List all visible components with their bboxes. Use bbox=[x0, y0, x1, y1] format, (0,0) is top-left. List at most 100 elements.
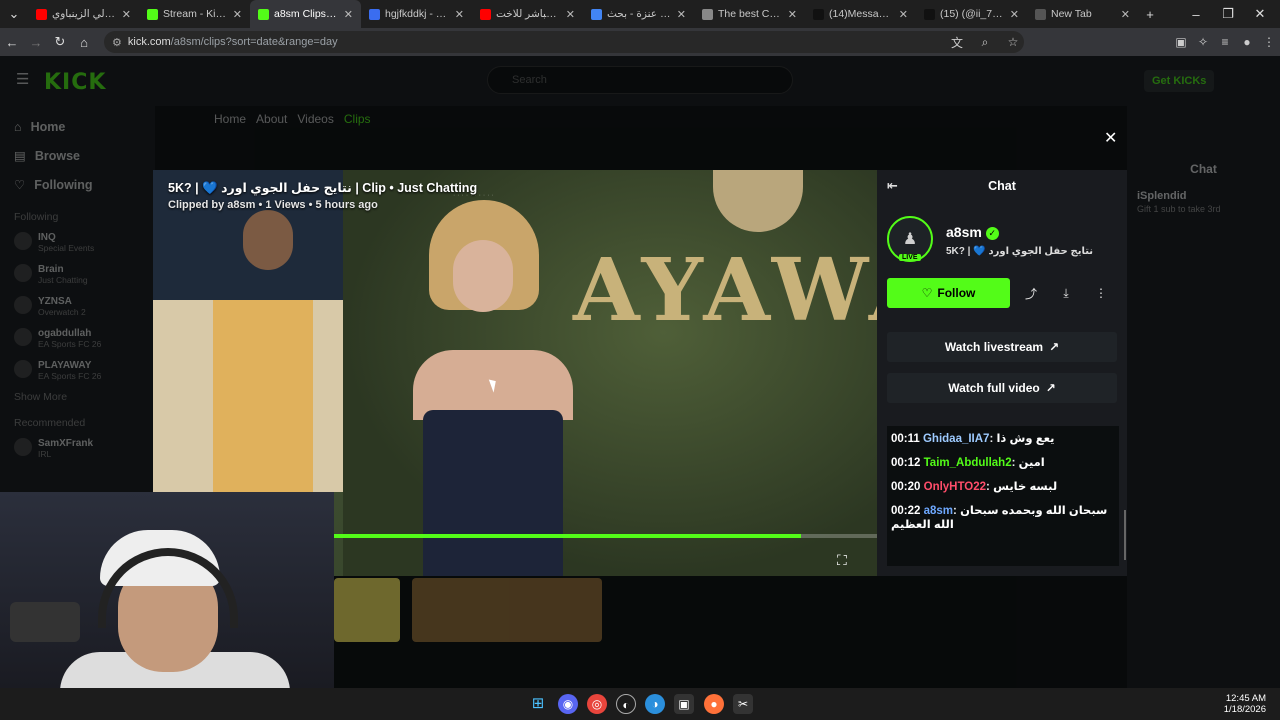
site-info-icon[interactable]: ⚙ bbox=[112, 36, 122, 49]
channel-name[interactable]: a8sm ✓ bbox=[946, 224, 999, 240]
close-tab-icon[interactable]: ✕ bbox=[677, 8, 686, 21]
clock-time: 12:45 AM bbox=[1225, 693, 1266, 704]
video-progress-bar[interactable] bbox=[334, 534, 877, 538]
collapse-chat-icon[interactable]: ⇤ bbox=[887, 178, 898, 194]
browser-menu-icon[interactable]: ⋮ bbox=[1258, 35, 1280, 49]
chat-username[interactable]: OnlyHTO22 bbox=[924, 481, 986, 493]
tab-favicon-icon bbox=[258, 8, 269, 20]
chat-username[interactable]: a8sm bbox=[924, 505, 953, 517]
tab-favicon-icon bbox=[369, 8, 380, 20]
watch-livestream-button[interactable]: Watch livestream ↗ bbox=[887, 332, 1117, 362]
close-tab-icon[interactable]: ✕ bbox=[566, 8, 575, 21]
more-options-icon[interactable]: ⋮ bbox=[1087, 278, 1115, 308]
browser-tab[interactable]: البث المباشر للاخت ✕ bbox=[472, 0, 583, 28]
discord-icon[interactable]: ◉ bbox=[558, 694, 578, 714]
tab-title: (15) (@ii_7ulx) bbox=[940, 8, 1005, 20]
tab-favicon-icon bbox=[813, 8, 824, 20]
obs-icon[interactable]: ◐ bbox=[616, 694, 636, 714]
chat-message: 00:12 Taim_Abdullah2: امين bbox=[891, 457, 1045, 469]
close-tab-icon[interactable]: ✕ bbox=[344, 8, 353, 21]
follow-button[interactable]: ♡ Follow bbox=[887, 278, 1010, 308]
live-badge: LIVE bbox=[899, 254, 921, 261]
tab-title: The best ChatBot bbox=[718, 8, 783, 20]
share-icon[interactable]: ⤴ bbox=[1017, 278, 1045, 308]
verified-icon: ✓ bbox=[985, 227, 999, 240]
firefox-icon[interactable]: ● bbox=[704, 694, 724, 714]
bookmark-star-icon[interactable]: ☆ bbox=[1002, 35, 1024, 49]
channel-subtitle: 5K? | 💙 نتايج حفل الجوي اورد bbox=[946, 246, 1094, 257]
chat-message: 00:11 Ghidaa_IIA7: يعع وش ذا bbox=[891, 433, 1055, 445]
clip-thumbnail[interactable] bbox=[412, 578, 602, 642]
clip-thumbnail[interactable] bbox=[334, 578, 400, 642]
new-tab-button[interactable]: + bbox=[1138, 7, 1162, 22]
tab-favicon-icon bbox=[702, 8, 713, 20]
system-clock[interactable]: 12:45 AM 1/18/2026 bbox=[1224, 693, 1266, 715]
video-person bbox=[413, 200, 573, 576]
browser-tab[interactable]: Stream - Kick Das ✕ bbox=[139, 0, 250, 28]
streamer-webcam bbox=[0, 492, 334, 688]
extension-icon[interactable]: ▣ bbox=[1170, 35, 1192, 49]
url-host: kick.com bbox=[127, 36, 171, 48]
follow-label: Follow bbox=[937, 286, 976, 300]
watch-full-video-button[interactable]: Watch full video ↗ bbox=[887, 373, 1117, 403]
forward-button[interactable]: → bbox=[24, 35, 48, 50]
home-button[interactable]: ⌂ bbox=[72, 35, 96, 50]
close-tab-icon[interactable]: ✕ bbox=[122, 8, 131, 21]
download-icon[interactable]: ⤓ bbox=[1052, 278, 1080, 308]
edge-icon[interactable]: ◑ bbox=[645, 694, 665, 714]
close-modal-button[interactable]: ✕ bbox=[1104, 128, 1117, 148]
chat-text: يعع وش ذا bbox=[996, 433, 1055, 445]
close-window-button[interactable]: ✕ bbox=[1248, 6, 1272, 22]
browser-tab-strip: ⌄ ميدلي الزينباوي✕Stream - Kick Das✕a8sm… bbox=[0, 0, 1280, 28]
tab-search-icon[interactable]: ⌄ bbox=[0, 6, 28, 22]
chat-username[interactable]: Taim_Abdullah2 bbox=[924, 457, 1012, 469]
chat-timestamp: 00:20 bbox=[891, 481, 921, 493]
capcut-icon[interactable]: ✂ bbox=[733, 694, 753, 714]
address-bar-row: ← → ↻ ⌂ ⚙ kick.com/a8sm/clips?sort=date&… bbox=[0, 28, 1280, 56]
browser-tab[interactable]: عنزة - بحث Google ✕ bbox=[583, 0, 694, 28]
tab-favicon-icon bbox=[1035, 8, 1046, 20]
chat-username[interactable]: Ghidaa_IIA7 bbox=[923, 433, 989, 445]
reload-button[interactable]: ↻ bbox=[48, 34, 72, 50]
windows-start-icon[interactable]: ⊞ bbox=[528, 694, 548, 714]
browser-tab[interactable]: a8sm Clips - K ✕ bbox=[250, 0, 361, 28]
tab-title: البث المباشر للاخت bbox=[496, 8, 561, 20]
close-tab-icon[interactable]: ✕ bbox=[899, 8, 908, 21]
translate-icon[interactable]: 文 bbox=[946, 34, 968, 51]
close-tab-icon[interactable]: ✕ bbox=[455, 8, 464, 21]
fullscreen-icon[interactable]: ⛶ bbox=[837, 552, 847, 569]
tab-favicon-icon bbox=[480, 8, 491, 20]
chat-scrollbar[interactable] bbox=[1124, 510, 1126, 560]
windows-taskbar: ⊞ ◉ ◎ ◐ ◑ ▣ ● ✂ 12:45 AM 1/18/2026 bbox=[0, 688, 1280, 720]
close-tab-icon[interactable]: ✕ bbox=[1121, 8, 1130, 21]
close-tab-icon[interactable]: ✕ bbox=[1010, 8, 1019, 21]
browser-tab[interactable]: hgjfkddkj - Restre ✕ bbox=[361, 0, 472, 28]
chrome-icon[interactable]: ◎ bbox=[587, 694, 607, 714]
chat-message: 00:22 a8sm: سبحان الله وبحمده سبحان الله… bbox=[891, 505, 1108, 531]
clip-side-panel: ⇤ Chat ♟ LIVE a8sm ✓ 5K? | 💙 نتايج حفل ال… bbox=[877, 170, 1127, 576]
heart-icon: ♡ bbox=[921, 286, 933, 300]
url-field[interactable]: ⚙ kick.com/a8sm/clips?sort=date&range=da… bbox=[104, 31, 1024, 53]
app-icon[interactable]: ▣ bbox=[674, 694, 694, 714]
browser-tab[interactable]: (14)Messages | Ti ✕ bbox=[805, 0, 916, 28]
profile-avatar[interactable]: ● bbox=[1236, 35, 1258, 49]
browser-tab[interactable]: (15) (@ii_7ulx) ✕ bbox=[916, 0, 1027, 28]
tab-title: a8sm Clips - K bbox=[274, 8, 339, 20]
clock-date: 1/18/2026 bbox=[1223, 704, 1266, 715]
zoom-icon[interactable]: ⌕ bbox=[974, 35, 996, 50]
back-button[interactable]: ← bbox=[0, 35, 24, 50]
tab-favicon-icon bbox=[36, 8, 47, 20]
tab-title: (14)Messages | Ti bbox=[829, 8, 894, 20]
minimize-button[interactable]: – bbox=[1184, 7, 1208, 22]
browser-tab[interactable]: New Tab ✕ bbox=[1027, 0, 1138, 28]
close-tab-icon[interactable]: ✕ bbox=[788, 8, 797, 21]
media-controls-icon[interactable]: ≡ bbox=[1214, 35, 1236, 49]
watch-full-label: Watch full video bbox=[948, 381, 1040, 395]
video-backdrop-text: AYAWA bbox=[573, 240, 877, 341]
panel-title: Chat bbox=[988, 179, 1016, 193]
restore-button[interactable]: ❐ bbox=[1216, 6, 1240, 22]
browser-tab[interactable]: The best ChatBot ✕ bbox=[694, 0, 805, 28]
browser-tab[interactable]: ميدلي الزينباوي ✕ bbox=[28, 0, 139, 28]
extensions-puzzle-icon[interactable]: ✧ bbox=[1192, 35, 1214, 49]
close-tab-icon[interactable]: ✕ bbox=[233, 8, 242, 21]
